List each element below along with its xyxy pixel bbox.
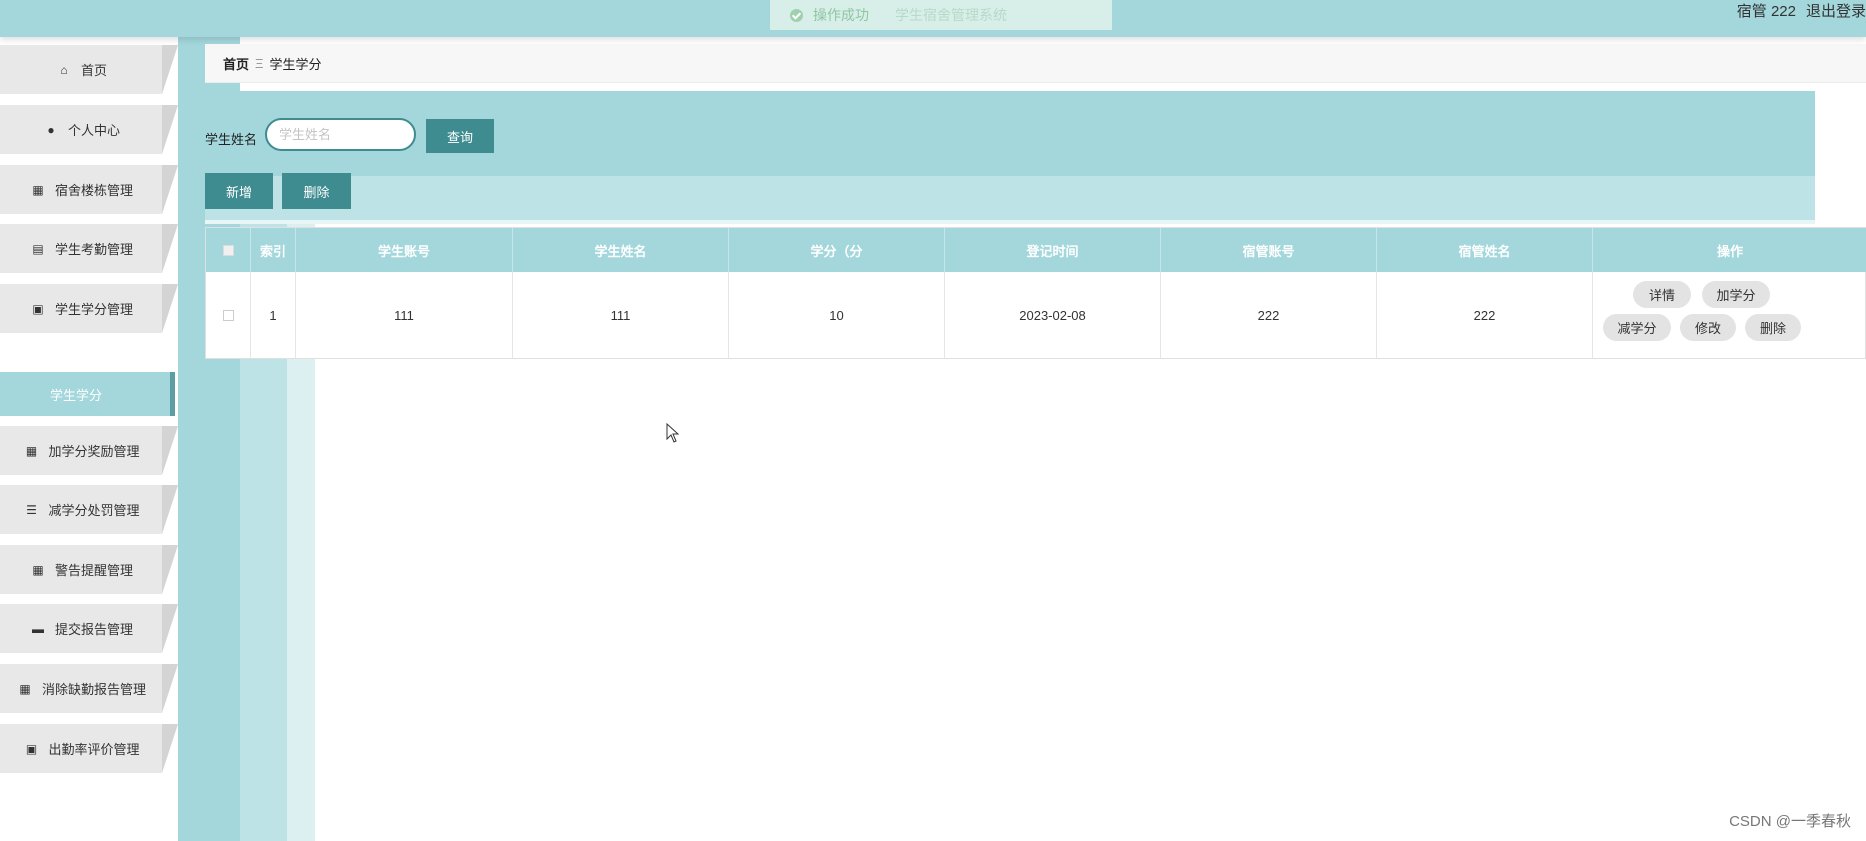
sidebar-item-label: 提交报告管理 bbox=[54, 622, 133, 637]
sidebar-item-label: 首页 bbox=[80, 63, 107, 78]
column-header: 学生账号 bbox=[296, 228, 513, 272]
grid-icon: ▦ bbox=[25, 443, 38, 458]
column-header: 操作 bbox=[1716, 243, 1743, 259]
sidebar-item-label: 警告提醒管理 bbox=[54, 563, 133, 578]
user-label: 宿管 222 bbox=[1736, 2, 1796, 20]
select-all-cell bbox=[206, 228, 251, 272]
column-header: 索引 bbox=[251, 228, 296, 272]
add-credits-button[interactable]: 加学分 bbox=[1702, 281, 1770, 308]
ticket-icon: ▣ bbox=[32, 301, 44, 316]
logout-link[interactable]: 退出登录 bbox=[1806, 0, 1866, 21]
sidebar-item-profile[interactable]: ● 个人中心 bbox=[0, 105, 178, 154]
grid-icon: ▦ bbox=[32, 182, 44, 197]
breadcrumb-separator-icon: Ξ bbox=[255, 55, 264, 71]
detail-button[interactable]: 详情 bbox=[1633, 281, 1691, 308]
sidebar-item-credits[interactable]: ▣ 学生学分管理 bbox=[0, 284, 178, 333]
table-header: 索引 学生账号 学生姓名 学分（分 登记时间 宿管账号 宿管姓名 操作 bbox=[206, 228, 1866, 272]
cell-student-account: 111 bbox=[296, 272, 513, 358]
sidebar-item-label: 学生考勤管理 bbox=[54, 242, 133, 257]
column-header: 宿管账号 bbox=[1161, 228, 1377, 272]
toast-message: 操作成功 bbox=[813, 7, 869, 23]
table-row: 1 111 111 10 2023-02-08 222 222 详情 加学分 减… bbox=[206, 272, 1866, 358]
sidebar-item-absence-report[interactable]: ▦ 消除缺勤报告管理 bbox=[0, 664, 178, 713]
row-checkbox[interactable] bbox=[222, 309, 234, 321]
column-header: 学分（分 bbox=[729, 228, 945, 272]
cell-actions: 详情 加学分 减学分 修改 删除 bbox=[1593, 272, 1866, 358]
user-icon: ● bbox=[47, 122, 55, 137]
sidebar-item-attendance-rating[interactable]: ▣ 出勤率评价管理 bbox=[0, 724, 178, 773]
sidebar-item-reward[interactable]: ▦ 加学分奖励管理 bbox=[0, 426, 178, 475]
column-header: 学生姓名 bbox=[513, 228, 729, 272]
user-bar: 宿管 222 退出登录 bbox=[1737, 0, 1866, 20]
row-select-cell bbox=[206, 272, 251, 358]
sidebar-item-label: 个人中心 bbox=[67, 123, 120, 138]
sidebar-item-label: 学生学分管理 bbox=[54, 302, 133, 317]
clipboard-icon: ▤ bbox=[32, 241, 44, 256]
sidebar-item-report[interactable]: ▬ 提交报告管理 bbox=[0, 604, 178, 653]
mouse-cursor-icon bbox=[666, 423, 680, 443]
breadcrumb-home[interactable]: 首页 bbox=[223, 54, 249, 73]
select-all-checkbox[interactable] bbox=[222, 244, 234, 256]
cell-student-name: 111 bbox=[513, 272, 729, 358]
breadcrumb: 首页 Ξ 学生学分 bbox=[205, 44, 1866, 83]
check-circle-icon bbox=[790, 8, 803, 22]
action-panel: 新增 删除 bbox=[205, 173, 1815, 224]
watermark: CSDN @一季春秋 bbox=[1729, 813, 1851, 830]
system-name: 学生宿舍管理系统 bbox=[895, 7, 1007, 23]
sidebar-item-label: 宿舍楼栋管理 bbox=[54, 183, 133, 198]
sidebar-item-building[interactable]: ▦ 宿舍楼栋管理 bbox=[0, 165, 178, 214]
column-header: 宿管姓名 bbox=[1377, 228, 1593, 272]
panel-divider bbox=[205, 220, 1815, 224]
search-button[interactable]: 查询 bbox=[426, 119, 494, 153]
sidebar-item-penalty[interactable]: ☰ 减学分处罚管理 bbox=[0, 485, 178, 534]
student-name-search-input[interactable] bbox=[265, 118, 416, 151]
cell-index: 1 bbox=[251, 272, 296, 358]
home-icon: ⌂ bbox=[60, 62, 68, 77]
sidebar-item-label: 出勤率评价管理 bbox=[48, 742, 140, 757]
cell-credits: 10 bbox=[729, 272, 945, 358]
search-label: 学生姓名 bbox=[205, 132, 258, 147]
sidebar-item-home[interactable]: ⌂ 首页 bbox=[0, 45, 178, 94]
grid-icon: ▦ bbox=[32, 562, 44, 577]
subtract-credits-button[interactable]: 减学分 bbox=[1603, 314, 1671, 341]
sidebar: ⌂ 首页 ● 个人中心 ▦ 宿舍楼栋管理 ▤ 学生考勤管理 ▣ 学生学分管理 学生学分 ▦… bbox=[0, 37, 178, 841]
briefcase-icon: ▬ bbox=[31, 621, 44, 636]
sidebar-item-warning[interactable]: ▦ 警告提醒管理 bbox=[0, 545, 178, 594]
edit-button[interactable]: 修改 bbox=[1680, 314, 1736, 341]
add-button[interactable]: 新增 bbox=[205, 173, 273, 209]
list-icon: ☰ bbox=[26, 502, 37, 517]
credits-table: 索引 学生账号 学生姓名 学分（分 登记时间 宿管账号 宿管姓名 操作 1 11… bbox=[205, 227, 1866, 359]
search-panel: 学生姓名 查询 bbox=[205, 91, 1815, 176]
delete-button[interactable]: 删除 bbox=[1745, 314, 1801, 341]
cell-manager-account: 222 bbox=[1161, 272, 1377, 358]
grid-icon: ▦ bbox=[19, 681, 31, 696]
sidebar-item-label: 加学分奖励管理 bbox=[48, 444, 140, 459]
column-header: 登记时间 bbox=[945, 228, 1161, 272]
success-toast: 操作成功 学生宿舍管理系统 bbox=[770, 0, 1112, 30]
clipboard-x-icon: ▣ bbox=[25, 741, 38, 756]
sidebar-item-label: 减学分处罚管理 bbox=[48, 503, 140, 518]
sidebar-item-attendance[interactable]: ▤ 学生考勤管理 bbox=[0, 224, 178, 273]
sidebar-subitem-student-credits[interactable]: 学生学分 bbox=[0, 372, 175, 416]
breadcrumb-current: 学生学分 bbox=[269, 56, 322, 72]
sidebar-item-label: 消除缺勤报告管理 bbox=[41, 682, 146, 697]
bulk-delete-button[interactable]: 删除 bbox=[282, 173, 351, 209]
cell-manager-name: 222 bbox=[1377, 272, 1593, 358]
cell-date: 2023-02-08 bbox=[945, 272, 1161, 358]
